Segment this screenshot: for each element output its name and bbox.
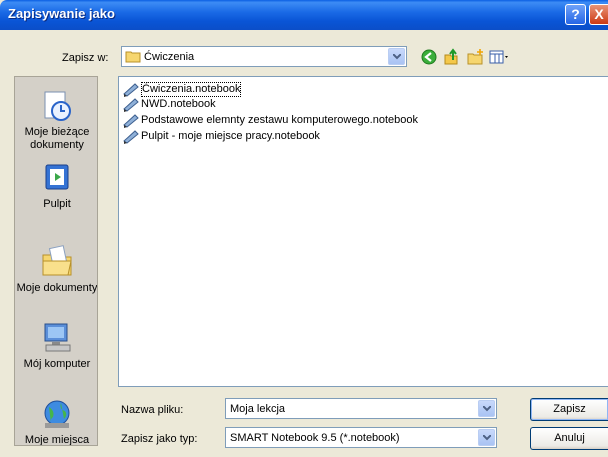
window-title: Zapisywanie jako	[8, 6, 115, 21]
my-documents-icon	[42, 245, 72, 276]
place-recent-documents[interactable]: Moje bieżące dokumenty	[15, 89, 97, 152]
filename-dropdown-button[interactable]	[478, 400, 495, 417]
notebook-file-icon	[123, 114, 139, 128]
chevron-down-icon	[393, 54, 401, 60]
place-label: Moje dokumenty	[16, 282, 98, 294]
help-icon: ?	[571, 6, 580, 22]
chevron-down-icon	[483, 406, 491, 412]
title-bar[interactable]: Zapisywanie jako ? X	[0, 0, 608, 30]
new-folder-icon[interactable]	[466, 47, 486, 67]
place-label: Moje miejsca	[24, 434, 90, 446]
filename-input[interactable]: Moja lekcja	[225, 398, 497, 419]
network-places-icon	[44, 400, 70, 428]
filetype-label: Zapisz jako typ:	[121, 433, 198, 445]
save-button[interactable]: Zapisz	[530, 398, 608, 421]
place-my-computer[interactable]: Mój komputer	[15, 321, 97, 371]
close-button[interactable]: X	[589, 4, 608, 25]
filetype-value: SMART Notebook 9.5 (*.notebook)	[230, 432, 400, 444]
cancel-button[interactable]: Anuluj	[530, 427, 608, 450]
notebook-file-icon	[123, 98, 139, 112]
place-label: Moje bieżące dokumenty	[24, 126, 90, 151]
filename-value: Moja lekcja	[230, 403, 286, 415]
lookin-combo[interactable]: Ćwiczenia	[121, 46, 407, 67]
lookin-label: Zapisz w:	[62, 52, 109, 64]
place-network-places[interactable]: Moje miejsca	[15, 397, 97, 446]
place-label: Pulpit	[43, 198, 71, 210]
places-bar: Moje bieżące dokumenty Pulpit Moje dokum…	[14, 76, 98, 446]
help-button[interactable]: ?	[565, 4, 586, 25]
desktop-icon	[45, 164, 69, 190]
folder-icon	[125, 51, 141, 63]
view-menu-icon[interactable]	[488, 47, 512, 67]
filename-label: Nazwa pliku:	[121, 404, 184, 416]
chevron-down-icon	[483, 435, 491, 441]
file-list[interactable]: Ćwiczenia.notebook NWD.notebook Podstawo…	[118, 76, 608, 387]
place-desktop[interactable]: Pulpit	[15, 163, 97, 211]
filetype-dropdown-button[interactable]	[478, 429, 495, 446]
recent-documents-icon	[44, 91, 71, 121]
filetype-select[interactable]: SMART Notebook 9.5 (*.notebook)	[225, 427, 497, 448]
notebook-file-icon	[123, 83, 139, 97]
back-icon[interactable]	[419, 47, 439, 67]
close-icon: X	[594, 6, 604, 22]
place-my-documents[interactable]: Moje dokumenty	[15, 243, 98, 295]
place-label: Mój komputer	[23, 358, 91, 370]
my-computer-icon	[44, 323, 71, 352]
up-folder-icon[interactable]	[442, 47, 462, 67]
lookin-value: Ćwiczenia	[144, 51, 195, 63]
notebook-file-icon	[123, 130, 139, 144]
lookin-dropdown-button[interactable]	[388, 48, 405, 65]
